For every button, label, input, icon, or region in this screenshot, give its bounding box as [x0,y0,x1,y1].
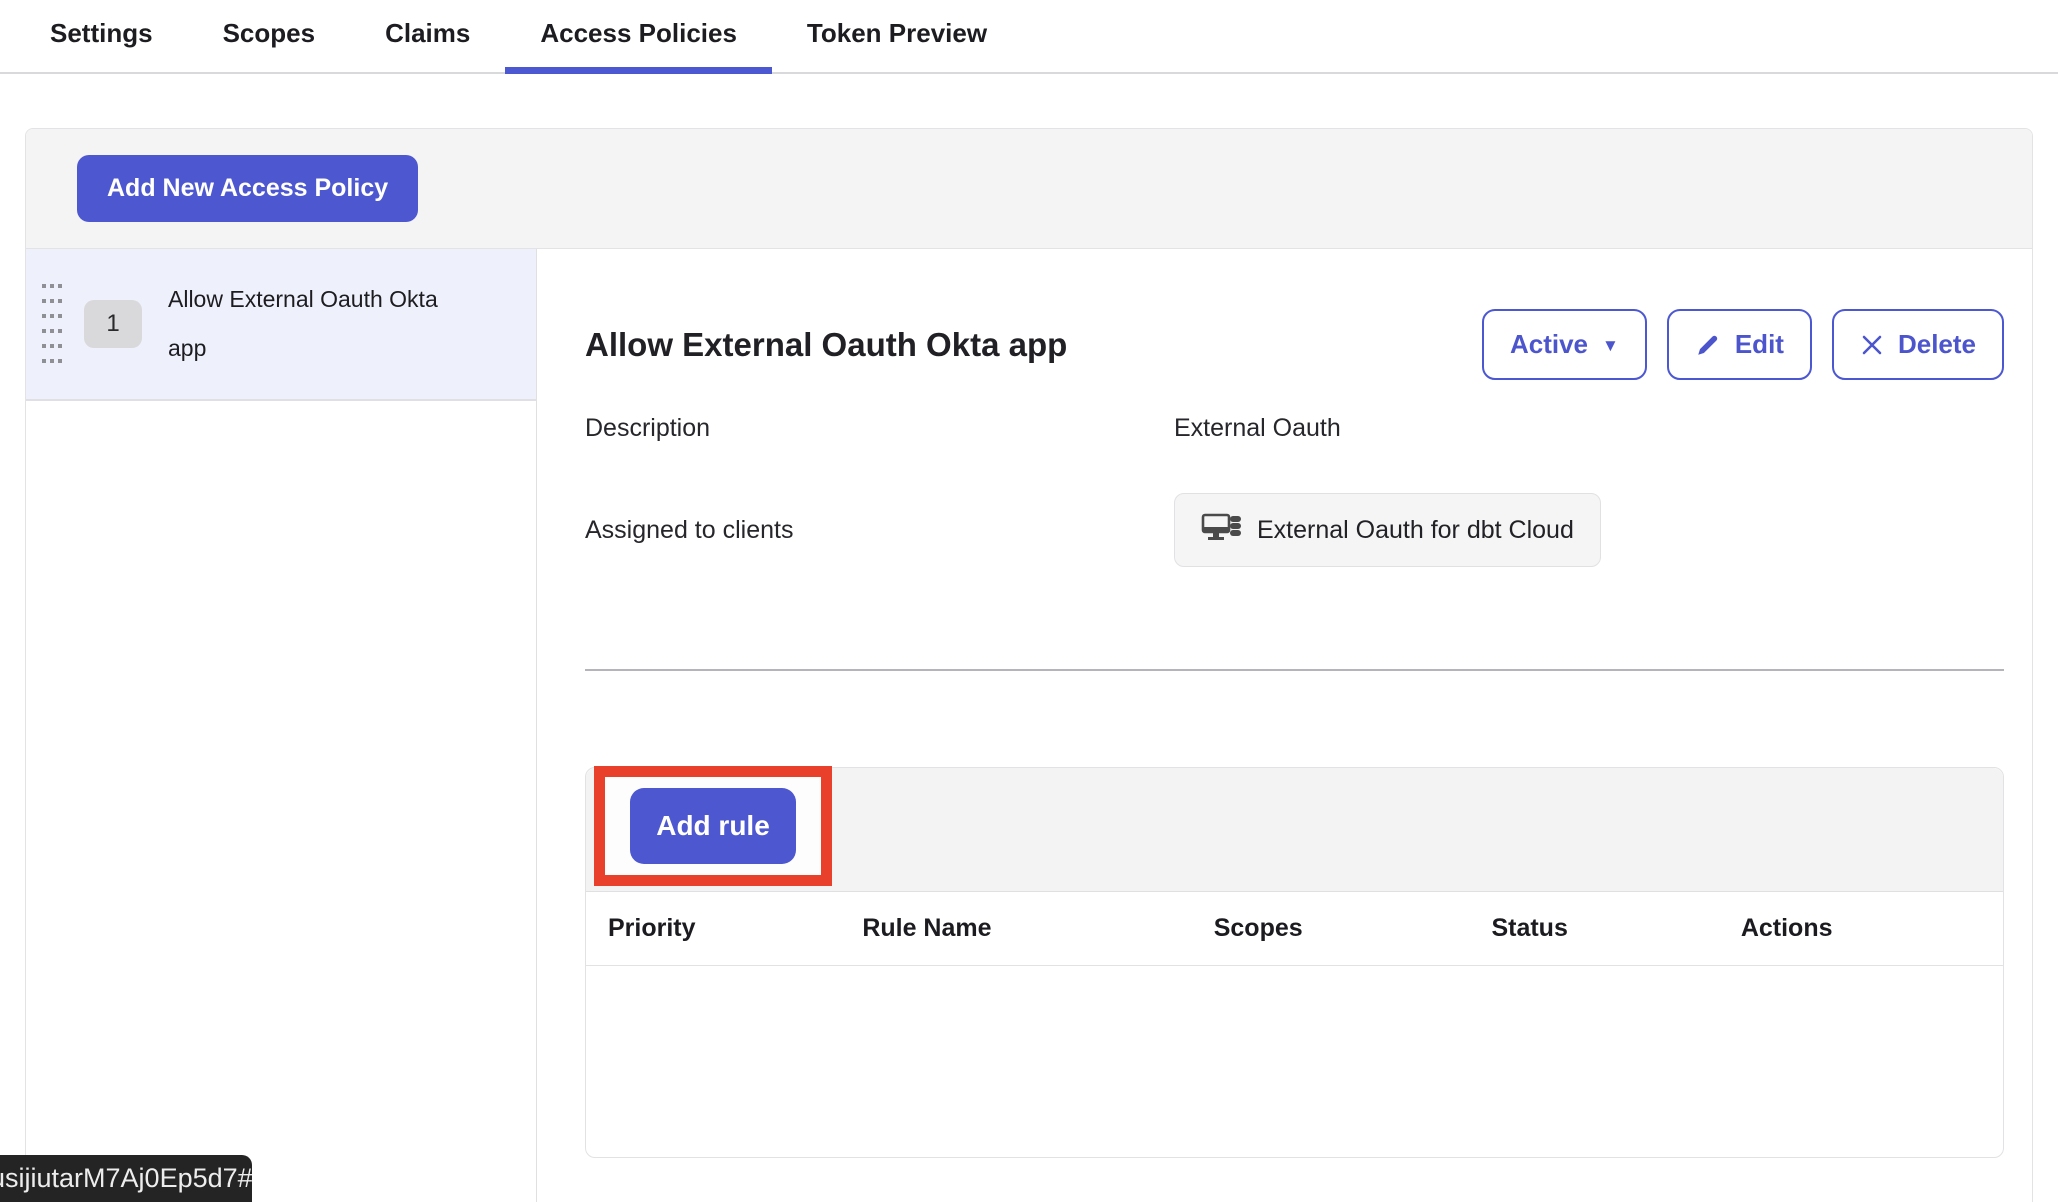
policy-action-buttons: Active ▼ Edit [1482,309,2004,380]
access-policies-page: Settings Scopes Claims Access Policies T… [0,0,2058,1202]
assigned-client-name: External Oauth for dbt Cloud [1257,516,1574,545]
column-status: Status [1491,914,1740,943]
policy-priority-badge: 1 [84,300,142,348]
policy-title: Allow External Oauth Okta app [585,326,1067,364]
close-icon [1860,333,1884,357]
rules-table-empty-body [586,966,2003,1156]
chevron-down-icon: ▼ [1602,337,1619,354]
policy-list-item[interactable]: 1 Allow External Oauth Okta app [26,249,536,401]
column-actions: Actions [1741,914,2003,943]
rules-card-header: Add rule [586,768,2003,892]
link-preview-tooltip: usijiutarM7Aj0Ep5d7# [0,1155,252,1202]
tab-settings[interactable]: Settings [15,0,188,74]
policy-detail-header: Allow External Oauth Okta app Active ▼ E… [585,309,2004,380]
active-status-dropdown-button[interactable]: Active ▼ [1482,309,1647,380]
assigned-client-chip[interactable]: External Oauth for dbt Cloud [1174,493,1601,567]
column-scopes: Scopes [1214,914,1492,943]
delete-button[interactable]: Delete [1832,309,2004,380]
rules-table-header: Priority Rule Name Scopes Status Actions [586,892,2003,966]
edit-button-label: Edit [1735,329,1784,360]
tab-token-preview[interactable]: Token Preview [772,0,1022,74]
drag-handle-icon[interactable] [42,284,62,364]
description-value: External Oauth [1174,414,2004,443]
policy-list: 1 Allow External Oauth Okta app [26,249,537,1202]
add-rule-button[interactable]: Add rule [630,788,796,864]
link-preview-text: usijiutarM7Aj0Ep5d7# [0,1163,252,1194]
pencil-icon [1695,332,1721,358]
annotation-highlight-box: Add rule [594,766,832,886]
rules-card: Add rule Priority Rule Name Scopes Statu… [585,767,2004,1158]
policy-card-header: Add New Access Policy [26,129,2032,249]
column-rule-name: Rule Name [862,914,1213,943]
policy-item-name: Allow External Oauth Okta app [168,275,468,373]
delete-button-label: Delete [1898,329,1976,360]
access-policies-card: Add New Access Policy [25,128,2033,1202]
description-label: Description [585,414,1174,443]
column-priority: Priority [586,914,862,943]
add-new-access-policy-button[interactable]: Add New Access Policy [77,155,418,222]
section-divider [585,669,2004,671]
monitor-database-icon [1201,512,1243,548]
tab-bar: Settings Scopes Claims Access Policies T… [0,0,2058,74]
policy-info: Description External Oauth Assigned to c… [585,414,2004,567]
policy-detail-panel: Allow External Oauth Okta app Active ▼ E… [537,249,2032,1202]
edit-button[interactable]: Edit [1667,309,1812,380]
policy-card-body: 1 Allow External Oauth Okta app Allow Ex… [26,249,2032,1202]
tab-access-policies[interactable]: Access Policies [505,0,772,74]
active-status-label: Active [1510,329,1588,360]
tab-claims[interactable]: Claims [350,0,505,74]
tab-scopes[interactable]: Scopes [188,0,351,74]
assigned-to-clients-label: Assigned to clients [585,516,1174,545]
